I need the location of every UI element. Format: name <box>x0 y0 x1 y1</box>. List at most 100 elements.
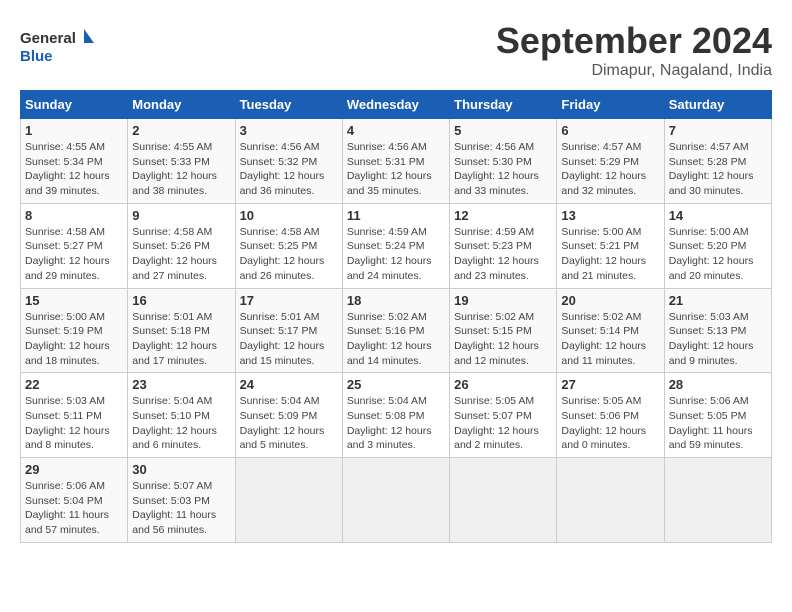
day-number: 23 <box>132 377 230 392</box>
day-info: Sunrise: 5:02 AM Sunset: 5:16 PM Dayligh… <box>347 310 445 369</box>
calendar-cell: 17 Sunrise: 5:01 AM Sunset: 5:17 PM Dayl… <box>235 288 342 373</box>
day-number: 7 <box>669 123 767 138</box>
day-number: 21 <box>669 293 767 308</box>
svg-text:Blue: Blue <box>20 48 53 65</box>
day-info: Sunrise: 4:58 AM Sunset: 5:25 PM Dayligh… <box>240 225 338 284</box>
calendar-week-row: 22 Sunrise: 5:03 AM Sunset: 5:11 PM Dayl… <box>21 373 772 458</box>
day-info: Sunrise: 5:05 AM Sunset: 5:07 PM Dayligh… <box>454 394 552 453</box>
day-of-week-header: Tuesday <box>235 91 342 119</box>
calendar-table: SundayMondayTuesdayWednesdayThursdayFrid… <box>20 90 772 543</box>
day-info: Sunrise: 5:03 AM Sunset: 5:11 PM Dayligh… <box>25 394 123 453</box>
day-number: 13 <box>561 208 659 223</box>
day-number: 10 <box>240 208 338 223</box>
day-info: Sunrise: 5:06 AM Sunset: 5:05 PM Dayligh… <box>669 394 767 453</box>
day-number: 2 <box>132 123 230 138</box>
day-info: Sunrise: 5:02 AM Sunset: 5:15 PM Dayligh… <box>454 310 552 369</box>
day-info: Sunrise: 4:59 AM Sunset: 5:24 PM Dayligh… <box>347 225 445 284</box>
day-info: Sunrise: 5:03 AM Sunset: 5:13 PM Dayligh… <box>669 310 767 369</box>
day-number: 14 <box>669 208 767 223</box>
day-number: 12 <box>454 208 552 223</box>
calendar-header-row: SundayMondayTuesdayWednesdayThursdayFrid… <box>21 91 772 119</box>
day-info: Sunrise: 4:56 AM Sunset: 5:30 PM Dayligh… <box>454 140 552 199</box>
svg-text:General: General <box>20 30 76 47</box>
day-number: 16 <box>132 293 230 308</box>
day-number: 20 <box>561 293 659 308</box>
day-info: Sunrise: 5:07 AM Sunset: 5:03 PM Dayligh… <box>132 479 230 538</box>
day-info: Sunrise: 5:04 AM Sunset: 5:09 PM Dayligh… <box>240 394 338 453</box>
day-number: 24 <box>240 377 338 392</box>
calendar-cell: 7 Sunrise: 4:57 AM Sunset: 5:28 PM Dayli… <box>664 119 771 204</box>
calendar-cell: 12 Sunrise: 4:59 AM Sunset: 5:23 PM Dayl… <box>450 203 557 288</box>
calendar-cell <box>664 458 771 543</box>
day-info: Sunrise: 5:06 AM Sunset: 5:04 PM Dayligh… <box>25 479 123 538</box>
calendar-week-row: 8 Sunrise: 4:58 AM Sunset: 5:27 PM Dayli… <box>21 203 772 288</box>
calendar-body: 1 Sunrise: 4:55 AM Sunset: 5:34 PM Dayli… <box>21 119 772 543</box>
calendar-cell <box>450 458 557 543</box>
day-info: Sunrise: 5:04 AM Sunset: 5:08 PM Dayligh… <box>347 394 445 453</box>
location-subtitle: Dimapur, Nagaland, India <box>496 62 772 80</box>
calendar-cell: 29 Sunrise: 5:06 AM Sunset: 5:04 PM Dayl… <box>21 458 128 543</box>
day-info: Sunrise: 5:00 AM Sunset: 5:19 PM Dayligh… <box>25 310 123 369</box>
calendar-cell: 5 Sunrise: 4:56 AM Sunset: 5:30 PM Dayli… <box>450 119 557 204</box>
day-info: Sunrise: 4:59 AM Sunset: 5:23 PM Dayligh… <box>454 225 552 284</box>
day-info: Sunrise: 5:01 AM Sunset: 5:18 PM Dayligh… <box>132 310 230 369</box>
day-info: Sunrise: 4:57 AM Sunset: 5:28 PM Dayligh… <box>669 140 767 199</box>
calendar-cell: 25 Sunrise: 5:04 AM Sunset: 5:08 PM Dayl… <box>342 373 449 458</box>
calendar-cell <box>342 458 449 543</box>
calendar-cell: 30 Sunrise: 5:07 AM Sunset: 5:03 PM Dayl… <box>128 458 235 543</box>
day-info: Sunrise: 4:57 AM Sunset: 5:29 PM Dayligh… <box>561 140 659 199</box>
day-of-week-header: Thursday <box>450 91 557 119</box>
day-number: 11 <box>347 208 445 223</box>
day-info: Sunrise: 4:58 AM Sunset: 5:26 PM Dayligh… <box>132 225 230 284</box>
day-number: 3 <box>240 123 338 138</box>
day-number: 15 <box>25 293 123 308</box>
day-number: 22 <box>25 377 123 392</box>
calendar-cell: 19 Sunrise: 5:02 AM Sunset: 5:15 PM Dayl… <box>450 288 557 373</box>
calendar-cell: 27 Sunrise: 5:05 AM Sunset: 5:06 PM Dayl… <box>557 373 664 458</box>
day-number: 30 <box>132 462 230 477</box>
day-info: Sunrise: 5:04 AM Sunset: 5:10 PM Dayligh… <box>132 394 230 453</box>
calendar-cell: 16 Sunrise: 5:01 AM Sunset: 5:18 PM Dayl… <box>128 288 235 373</box>
day-of-week-header: Friday <box>557 91 664 119</box>
page-header: General Blue September 2024 Dimapur, Nag… <box>20 20 772 80</box>
calendar-week-row: 1 Sunrise: 4:55 AM Sunset: 5:34 PM Dayli… <box>21 119 772 204</box>
day-info: Sunrise: 4:58 AM Sunset: 5:27 PM Dayligh… <box>25 225 123 284</box>
day-number: 25 <box>347 377 445 392</box>
calendar-cell: 28 Sunrise: 5:06 AM Sunset: 5:05 PM Dayl… <box>664 373 771 458</box>
calendar-cell: 1 Sunrise: 4:55 AM Sunset: 5:34 PM Dayli… <box>21 119 128 204</box>
day-info: Sunrise: 4:56 AM Sunset: 5:32 PM Dayligh… <box>240 140 338 199</box>
calendar-cell: 4 Sunrise: 4:56 AM Sunset: 5:31 PM Dayli… <box>342 119 449 204</box>
day-number: 27 <box>561 377 659 392</box>
month-title: September 2024 <box>496 20 772 62</box>
day-number: 5 <box>454 123 552 138</box>
calendar-cell: 14 Sunrise: 5:00 AM Sunset: 5:20 PM Dayl… <box>664 203 771 288</box>
calendar-cell: 2 Sunrise: 4:55 AM Sunset: 5:33 PM Dayli… <box>128 119 235 204</box>
day-info: Sunrise: 5:00 AM Sunset: 5:20 PM Dayligh… <box>669 225 767 284</box>
day-info: Sunrise: 4:55 AM Sunset: 5:34 PM Dayligh… <box>25 140 123 199</box>
day-info: Sunrise: 5:00 AM Sunset: 5:21 PM Dayligh… <box>561 225 659 284</box>
calendar-cell: 6 Sunrise: 4:57 AM Sunset: 5:29 PM Dayli… <box>557 119 664 204</box>
day-info: Sunrise: 5:02 AM Sunset: 5:14 PM Dayligh… <box>561 310 659 369</box>
day-number: 17 <box>240 293 338 308</box>
calendar-week-row: 29 Sunrise: 5:06 AM Sunset: 5:04 PM Dayl… <box>21 458 772 543</box>
day-number: 19 <box>454 293 552 308</box>
day-of-week-header: Wednesday <box>342 91 449 119</box>
day-number: 18 <box>347 293 445 308</box>
day-number: 6 <box>561 123 659 138</box>
logo: General Blue <box>20 25 100 70</box>
day-number: 29 <box>25 462 123 477</box>
calendar-cell: 24 Sunrise: 5:04 AM Sunset: 5:09 PM Dayl… <box>235 373 342 458</box>
calendar-cell: 11 Sunrise: 4:59 AM Sunset: 5:24 PM Dayl… <box>342 203 449 288</box>
calendar-cell: 20 Sunrise: 5:02 AM Sunset: 5:14 PM Dayl… <box>557 288 664 373</box>
day-of-week-header: Monday <box>128 91 235 119</box>
calendar-cell: 9 Sunrise: 4:58 AM Sunset: 5:26 PM Dayli… <box>128 203 235 288</box>
title-block: September 2024 Dimapur, Nagaland, India <box>496 20 772 80</box>
day-of-week-header: Saturday <box>664 91 771 119</box>
calendar-cell: 13 Sunrise: 5:00 AM Sunset: 5:21 PM Dayl… <box>557 203 664 288</box>
day-number: 8 <box>25 208 123 223</box>
day-number: 28 <box>669 377 767 392</box>
calendar-cell: 15 Sunrise: 5:00 AM Sunset: 5:19 PM Dayl… <box>21 288 128 373</box>
day-number: 1 <box>25 123 123 138</box>
calendar-cell: 18 Sunrise: 5:02 AM Sunset: 5:16 PM Dayl… <box>342 288 449 373</box>
day-info: Sunrise: 4:56 AM Sunset: 5:31 PM Dayligh… <box>347 140 445 199</box>
